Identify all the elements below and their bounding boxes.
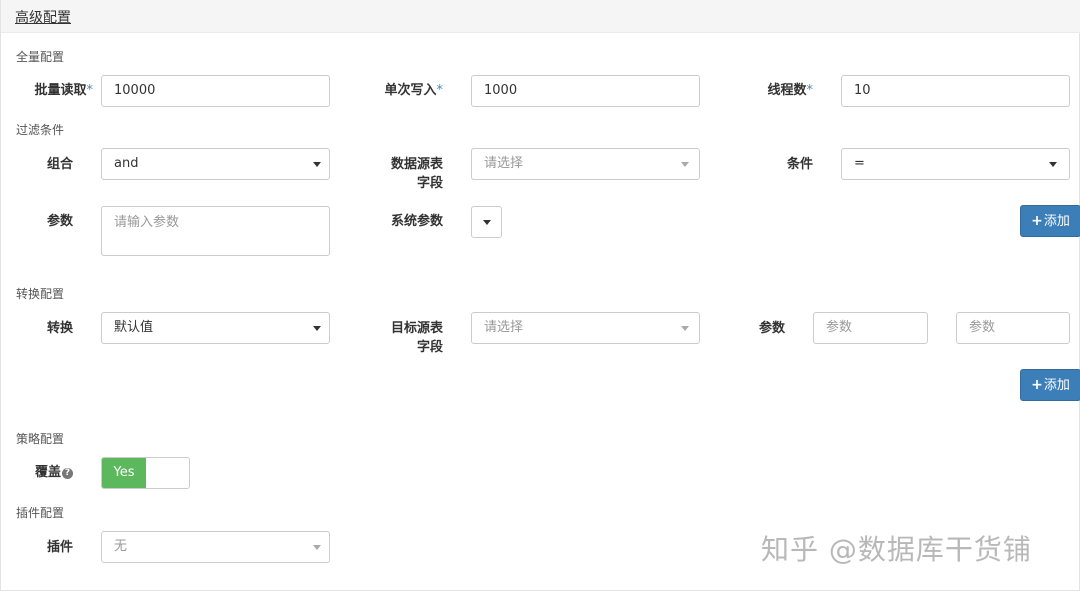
section-transform-title: 转换配置 xyxy=(16,287,65,301)
transform-param-label: 参数 xyxy=(758,321,785,336)
section-strategy-title: 策略配置 xyxy=(16,432,65,446)
transform-param-input-2[interactable]: 参数 xyxy=(956,312,1070,344)
source-field-label: 数据源表 字段 xyxy=(390,157,443,191)
plugin-label: 插件 xyxy=(46,540,73,555)
chevron-down-icon xyxy=(681,162,689,167)
required-mark: * xyxy=(86,83,94,98)
combine-select[interactable]: and xyxy=(101,148,330,180)
section-global-title: 全量配置 xyxy=(16,50,65,64)
chevron-down-icon xyxy=(681,326,689,331)
help-icon[interactable]: ? xyxy=(62,468,73,479)
panel-title[interactable]: 高级配置 xyxy=(15,7,71,27)
target-field-label: 目标源表 字段 xyxy=(390,321,443,355)
watermark: 知乎 @数据库干货铺 xyxy=(761,533,1032,566)
plus-icon: + xyxy=(1031,377,1043,393)
chevron-down-icon xyxy=(313,162,321,167)
plugin-select[interactable]: 无 xyxy=(101,531,330,563)
threads-label: 线程数* xyxy=(767,83,814,98)
overwrite-label: 覆盖? xyxy=(11,463,73,482)
single-write-input[interactable]: 1000 xyxy=(471,75,700,107)
plugin-select-value: 无 xyxy=(114,539,128,554)
required-mark: * xyxy=(806,83,814,98)
system-param-label: 系统参数 xyxy=(390,214,443,229)
chevron-down-icon xyxy=(313,545,321,550)
overwrite-toggle[interactable]: Yes xyxy=(101,457,190,489)
condition-select-value: = xyxy=(854,156,865,171)
condition-select[interactable]: = xyxy=(841,148,1070,180)
filter-add-button[interactable]: +添加 xyxy=(1020,205,1080,237)
toggle-yes: Yes xyxy=(102,458,146,488)
chevron-down-icon xyxy=(483,220,491,225)
transform-select-value: 默认值 xyxy=(114,320,154,335)
panel-header: 高级配置 xyxy=(1,0,1080,33)
target-field-select[interactable]: 请选择 xyxy=(471,312,700,344)
transform-add-button[interactable]: +添加 xyxy=(1020,369,1080,401)
filter-param-label: 参数 xyxy=(46,214,73,229)
threads-input[interactable]: 10 xyxy=(841,75,1070,107)
transform-param-input-1[interactable]: 参数 xyxy=(813,312,928,344)
single-write-label: 单次写入* xyxy=(384,83,444,98)
batch-read-input[interactable]: 10000 xyxy=(101,75,330,107)
transform-select[interactable]: 默认值 xyxy=(101,312,330,344)
condition-label: 条件 xyxy=(786,157,813,172)
transform-label: 转换 xyxy=(46,321,73,336)
section-plugin-title: 插件配置 xyxy=(16,506,65,520)
source-field-placeholder: 请选择 xyxy=(484,156,524,171)
combine-select-value: and xyxy=(114,156,139,171)
source-field-select[interactable]: 请选择 xyxy=(471,148,700,180)
section-filter-title: 过滤条件 xyxy=(16,123,65,137)
advanced-config-panel: 高级配置 全量配置 批量读取* 10000 单次写入* 1000 线程数* 10… xyxy=(0,0,1080,591)
batch-read-label: 批量读取* xyxy=(34,83,94,98)
chevron-down-icon xyxy=(313,326,321,331)
system-param-dropdown[interactable] xyxy=(471,206,502,238)
chevron-down-icon xyxy=(1049,162,1057,167)
plus-icon: + xyxy=(1031,213,1043,229)
required-mark: * xyxy=(436,83,444,98)
target-field-placeholder: 请选择 xyxy=(484,320,524,335)
combine-label: 组合 xyxy=(46,157,73,172)
filter-param-textarea[interactable]: 请输入参数 xyxy=(101,206,330,256)
